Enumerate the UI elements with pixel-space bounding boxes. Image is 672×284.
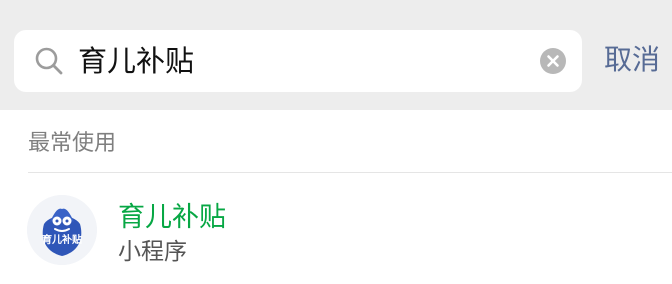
clear-search-button[interactable] — [540, 48, 566, 74]
clear-icon — [547, 55, 559, 67]
mini-program-logo: 育儿补贴 — [27, 195, 97, 265]
search-icon — [34, 46, 64, 76]
mini-program-result[interactable]: 育儿补贴 育儿补贴 小程序 — [0, 173, 672, 284]
search-box[interactable]: 育儿补贴 — [14, 30, 582, 92]
section-title: 最常使用 — [28, 131, 117, 156]
mini-program-subtitle: 小程序 — [118, 239, 187, 265]
wechat-search-screen: 育儿补贴 取消 最常使用 育儿补贴 育儿补贴 小程序 — [0, 0, 672, 284]
search-header: 育儿补贴 取消 — [0, 0, 672, 110]
mini-program-logo-text: 育儿补贴 — [42, 235, 82, 246]
cancel-button[interactable]: 取消 — [604, 42, 660, 78]
mini-program-title[interactable]: 育儿补贴 — [118, 201, 226, 235]
search-input[interactable]: 育儿补贴 — [78, 44, 518, 78]
